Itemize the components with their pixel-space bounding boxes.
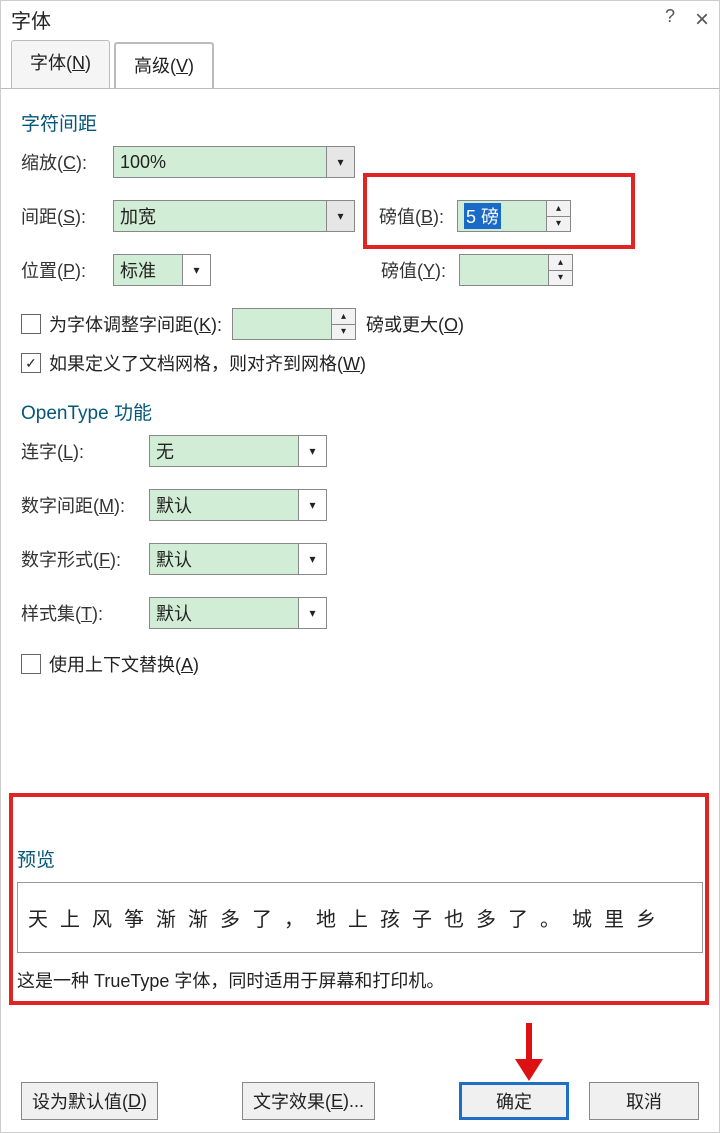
style-value: 默认 (149, 597, 299, 629)
preview-title: 预览 (17, 845, 703, 872)
ligature-combo[interactable]: 无 ▾ (149, 435, 327, 467)
spin-down-icon[interactable]: ▾ (547, 217, 570, 232)
close-icon[interactable]: × (695, 6, 709, 34)
preview-box: 天上风筝渐渐多了，地上孩子也多了。城里乡 (17, 882, 703, 953)
set-default-button[interactable]: 设为默认值(D) (21, 1082, 158, 1120)
bangzhi2-label: 磅值(Y): (381, 257, 459, 283)
spin-up-icon[interactable]: ▴ (547, 201, 570, 217)
checkbox-unchecked-icon (21, 314, 41, 334)
ok-button[interactable]: 确定 (459, 1082, 569, 1120)
numsp-combo[interactable]: 默认 ▾ (149, 489, 327, 521)
numform-value: 默认 (149, 543, 299, 575)
chevron-down-icon[interactable]: ▾ (299, 489, 327, 521)
bangzhi2-spin[interactable]: ▴▾ (459, 254, 573, 286)
chevron-down-icon[interactable]: ▾ (299, 543, 327, 575)
tabs: 字体(N) 高级(V) (1, 34, 719, 88)
chevron-down-icon[interactable]: ▾ (327, 200, 355, 232)
tab-content: 字符间距 缩放(C): 100% ▾ 间距(S): 加宽 ▾ 磅值(B): 5 … (1, 88, 719, 1088)
dialog-title: 字体 (11, 5, 51, 34)
spacing-combo[interactable]: 加宽 ▾ (113, 200, 355, 232)
tab-advanced[interactable]: 高级(V) (114, 42, 214, 90)
kerning-unit: 磅或更大(O) (366, 311, 464, 337)
title-bar: 字体 ? × (1, 1, 719, 34)
section-opentype-title: OpenType 功能 (21, 398, 699, 425)
font-dialog: 字体 ? × 字体(N) 高级(V) 字符间距 缩放(C): 100% ▾ 间距… (0, 0, 720, 1133)
context-checkbox[interactable]: 使用上下文替换(A) (21, 651, 199, 677)
ligature-label: 连字(L): (21, 438, 149, 464)
bangzhi-label: 磅值(B): (379, 203, 457, 229)
position-value: 标准 (113, 254, 183, 286)
position-label: 位置(P): (21, 257, 113, 283)
chevron-down-icon[interactable]: ▾ (183, 254, 211, 286)
preview-note: 这是一种 TrueType 字体，同时适用于屏幕和打印机。 (17, 967, 703, 993)
kerning-label: 为字体调整字间距(K): (49, 311, 222, 337)
style-label: 样式集(T): (21, 600, 149, 626)
scale-value: 100% (113, 146, 327, 178)
spin-down-icon[interactable]: ▾ (332, 325, 355, 340)
spacing-label: 间距(S): (21, 203, 113, 229)
kerning-value (232, 308, 332, 340)
context-label: 使用上下文替换(A) (49, 651, 199, 677)
spacing-value: 加宽 (113, 200, 327, 232)
cancel-button[interactable]: 取消 (589, 1082, 699, 1120)
checkbox-checked-icon: ✓ (21, 353, 41, 373)
spin-up-icon[interactable]: ▴ (332, 309, 355, 325)
grid-checkbox[interactable]: ✓ 如果定义了文档网格，则对齐到网格(W) (21, 350, 366, 376)
kerning-spin[interactable]: ▴▾ (232, 308, 356, 340)
bangzhi-spin[interactable]: 5 磅 ▴▾ (457, 200, 571, 232)
section-char-spacing-title: 字符间距 (21, 109, 699, 136)
tab-font[interactable]: 字体(N) (11, 40, 110, 88)
ligature-value: 无 (149, 435, 299, 467)
numform-combo[interactable]: 默认 ▾ (149, 543, 327, 575)
style-combo[interactable]: 默认 ▾ (149, 597, 327, 629)
button-bar: 设为默认值(D) 文字效果(E)... 确定 取消 (1, 1072, 719, 1132)
chevron-down-icon[interactable]: ▾ (299, 597, 327, 629)
spin-up-icon[interactable]: ▴ (549, 255, 572, 271)
bangzhi-value: 5 磅 (464, 203, 501, 229)
grid-label: 如果定义了文档网格，则对齐到网格(W) (49, 350, 366, 376)
position-combo[interactable]: 标准 ▾ (113, 254, 211, 286)
numsp-value: 默认 (149, 489, 299, 521)
checkbox-unchecked-icon (21, 654, 41, 674)
text-effects-button[interactable]: 文字效果(E)... (242, 1082, 375, 1120)
spin-down-icon[interactable]: ▾ (549, 271, 572, 286)
chevron-down-icon[interactable]: ▾ (327, 146, 355, 178)
chevron-down-icon[interactable]: ▾ (299, 435, 327, 467)
bangzhi2-value (459, 254, 549, 286)
help-icon[interactable]: ? (665, 6, 675, 34)
scale-label: 缩放(C): (21, 149, 113, 175)
numform-label: 数字形式(F): (21, 546, 149, 572)
kerning-checkbox[interactable]: 为字体调整字间距(K): (21, 311, 222, 337)
scale-combo[interactable]: 100% ▾ (113, 146, 355, 178)
numsp-label: 数字间距(M): (21, 492, 149, 518)
